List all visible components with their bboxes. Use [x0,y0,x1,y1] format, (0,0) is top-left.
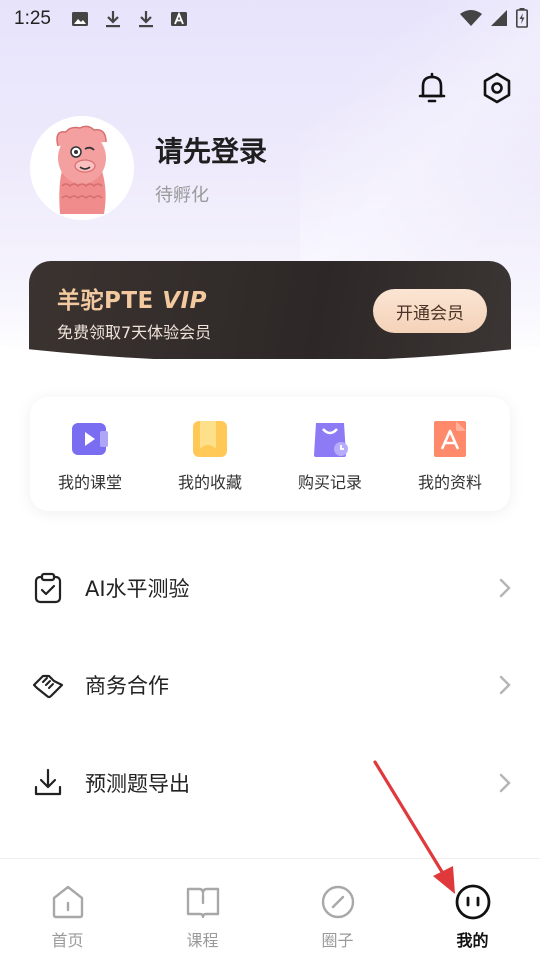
home-icon [52,885,83,919]
menu-item-ai-level-test[interactable]: AI水平测验 [0,558,540,618]
bell-icon[interactable] [414,70,450,106]
menu-label: 商务合作 [85,674,169,698]
quick-action-my-materials[interactable]: 我的资料 [390,397,510,511]
download-icon [34,768,62,796]
clipboard-check-icon [34,572,62,604]
nav-tab-home[interactable]: 首页 [0,859,135,960]
a-icon [170,11,187,26]
quick-action-label: 我的课堂 [57,473,122,492]
quick-action-my-classroom[interactable]: 我的课堂 [30,397,150,511]
wifi-icon [460,10,482,26]
video-icon [72,423,108,455]
quick-actions-card: 我的课堂 我的收藏 购买记录 我的资料 [30,397,510,511]
user-status: 待孵化 [155,185,209,206]
handshake-icon [32,674,64,699]
vip-title-vip: VIP [162,288,207,314]
chevron-right-icon [499,675,511,695]
status-bar: 1:25 [0,0,540,38]
quick-action-purchase-history[interactable]: 购买记录 [270,397,390,511]
shopping-bag-icon [314,423,348,457]
status-time: 1:25 [14,8,51,29]
username[interactable]: 请先登录 [155,130,267,170]
menu-item-export-prediction[interactable]: 预测题导出 [0,753,540,813]
download-icon [105,11,120,28]
face-icon [455,884,490,920]
settings-icon[interactable] [479,70,515,106]
menu-item-business-cooperation[interactable]: 商务合作 [0,655,540,715]
vip-title-brand: 羊驼PTE [57,288,163,314]
chevron-right-icon [499,578,511,598]
quick-action-label: 我的资料 [417,473,482,492]
nav-label: 课程 [186,931,219,950]
battery-icon [516,8,528,28]
nav-label: 首页 [51,931,84,950]
nav-label: 我的 [456,931,489,950]
nav-tab-mine[interactable]: 我的 [405,859,540,960]
quick-action-label: 我的收藏 [177,473,242,492]
vip-title: 羊驼PTE VIP [57,281,207,315]
document-icon [434,421,466,457]
chevron-right-icon [499,773,511,793]
avatar[interactable] [30,116,134,220]
download-icon [138,11,153,28]
menu-label: 预测题导出 [85,772,190,796]
open-membership-button[interactable]: 开通会员 [373,289,487,333]
bookmark-icon [193,421,227,457]
signal-icon [491,10,507,26]
book-icon [186,887,219,919]
image-icon [71,12,88,26]
menu-label: AI水平测验 [85,577,190,601]
quick-action-label: 购买记录 [297,473,362,492]
quick-action-my-favorites[interactable]: 我的收藏 [150,397,270,511]
alpaca-avatar-icon [30,116,134,220]
nav-label: 圈子 [321,931,354,950]
bottom-nav: 首页 课程 圈子 我的 [0,858,540,960]
compass-icon [321,885,354,919]
status-right-icons [460,8,528,28]
nav-tab-circle[interactable]: 圈子 [270,859,405,960]
nav-tab-courses[interactable]: 课程 [135,859,270,960]
